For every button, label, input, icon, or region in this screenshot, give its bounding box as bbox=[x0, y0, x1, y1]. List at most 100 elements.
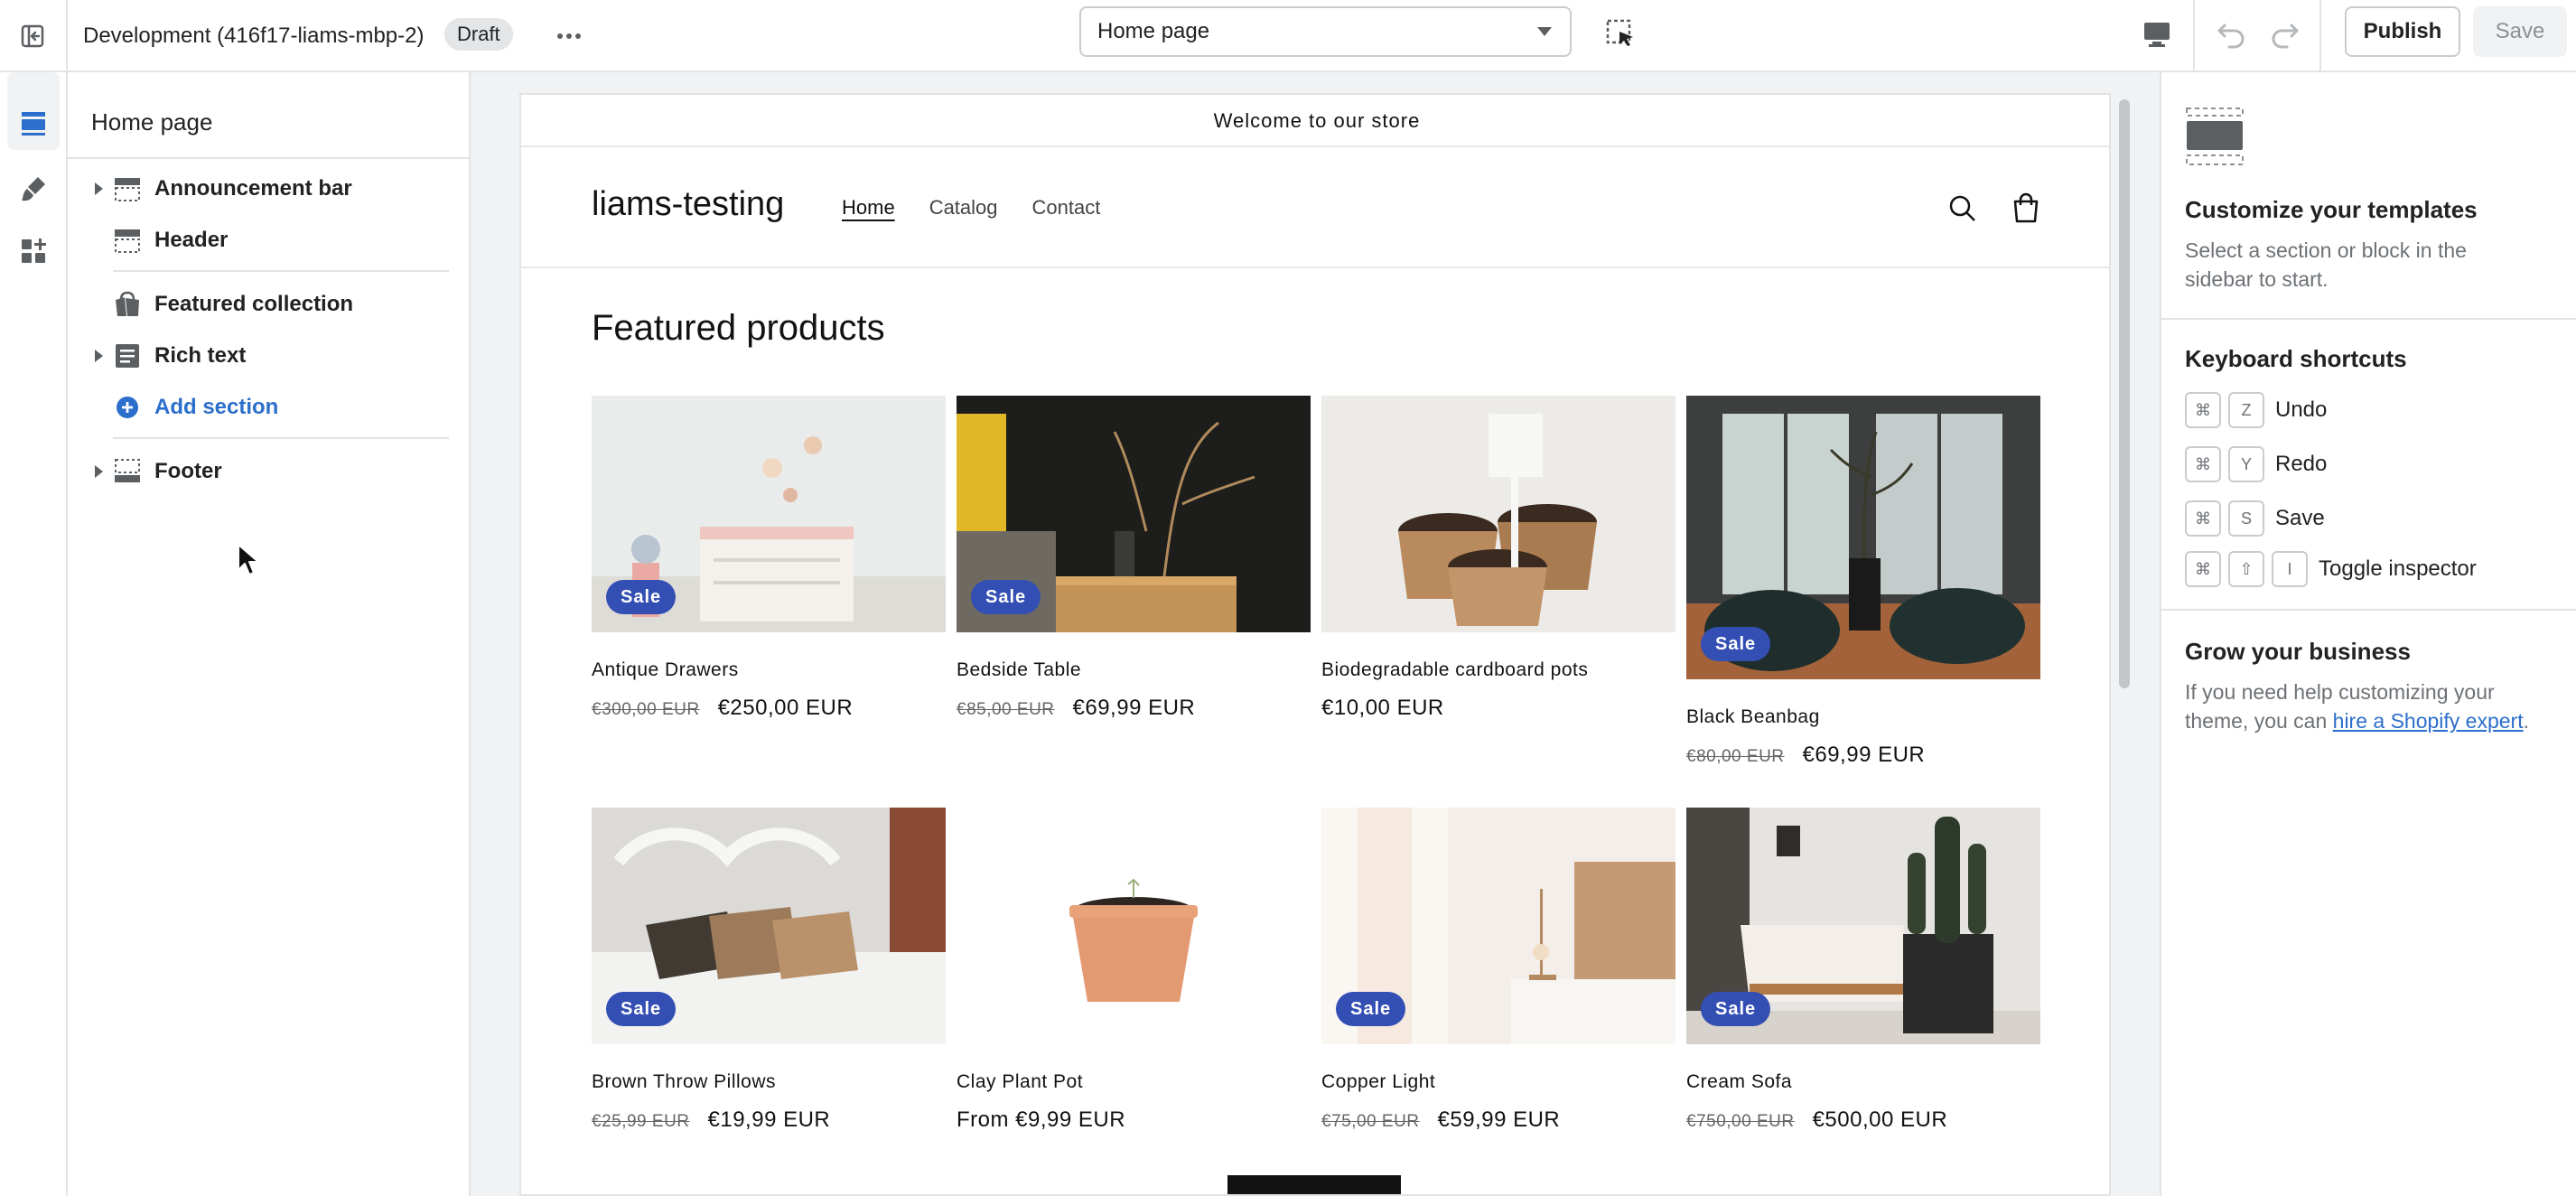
sidebar-item-label: Featured collection bbox=[154, 292, 354, 316]
add-section-label: Add section bbox=[154, 395, 279, 419]
product-title[interactable]: Bedside Table bbox=[957, 659, 1081, 681]
caret-right-icon[interactable] bbox=[95, 182, 103, 195]
product-image[interactable]: Sale bbox=[592, 808, 946, 1044]
caret-right-icon[interactable] bbox=[95, 350, 103, 362]
undo-button[interactable] bbox=[2211, 13, 2253, 54]
sidebar-title: Home page bbox=[91, 108, 213, 135]
cart-icon[interactable] bbox=[2008, 191, 2044, 227]
sidebar-item-announcement-bar[interactable]: Announcement bar bbox=[68, 164, 469, 214]
search-icon[interactable] bbox=[1945, 191, 1981, 227]
sidebar-item-featured-collection[interactable]: Featured collection bbox=[68, 279, 469, 330]
compare-at-price: €750,00 EUR bbox=[1686, 1112, 1795, 1131]
store-preview[interactable]: Welcome to our store liams-testing Home … bbox=[519, 93, 2111, 1196]
product-price: €75,00 EUR €59,99 EUR bbox=[1321, 1107, 1560, 1133]
mouse-cursor-icon bbox=[238, 544, 259, 575]
caret-right-icon[interactable] bbox=[95, 465, 103, 478]
sidebar-item-footer[interactable]: Footer bbox=[68, 446, 469, 497]
product-title[interactable]: Cream Sofa bbox=[1686, 1071, 1792, 1093]
product-image[interactable] bbox=[1321, 396, 1675, 632]
theme-settings-tab-button[interactable] bbox=[7, 163, 60, 215]
compare-at-price: €75,00 EUR bbox=[1321, 1112, 1420, 1131]
sidebar-item-header[interactable]: Header bbox=[68, 215, 469, 266]
sidebar-item-label: Rich text bbox=[154, 343, 247, 368]
chevron-down-icon bbox=[1537, 27, 1552, 36]
save-button[interactable]: Save bbox=[2473, 6, 2567, 57]
key-cmd: ⌘ bbox=[2185, 500, 2221, 537]
shortcut-label: Toggle inspector bbox=[2319, 556, 2477, 581]
device-toggle-button[interactable] bbox=[2136, 14, 2178, 55]
sale-badge: Sale bbox=[606, 580, 677, 614]
product-image[interactable]: Sale bbox=[957, 396, 1311, 632]
inspector-panel: Customize your templates Select a sectio… bbox=[2160, 72, 2576, 1196]
divider bbox=[2161, 609, 2576, 611]
shortcut-undo: ⌘ Z Undo bbox=[2185, 392, 2327, 428]
apps-icon bbox=[22, 238, 46, 263]
product-title[interactable]: Black Beanbag bbox=[1686, 706, 1820, 728]
product-title[interactable]: Antique Drawers bbox=[592, 659, 739, 681]
nav-link-home[interactable]: Home bbox=[842, 196, 895, 220]
text-block-icon bbox=[116, 344, 139, 368]
compare-at-price: €25,99 EUR bbox=[592, 1112, 690, 1131]
compare-at-price: €300,00 EUR bbox=[592, 700, 700, 719]
product-title[interactable]: Clay Plant Pot bbox=[957, 1071, 1083, 1093]
hire-expert-link[interactable]: hire a Shopify expert bbox=[2333, 709, 2524, 733]
divider bbox=[521, 266, 2109, 268]
sale-price: €250,00 EUR bbox=[717, 696, 854, 720]
redo-icon bbox=[2272, 23, 2299, 49]
sale-badge: Sale bbox=[606, 992, 677, 1026]
product-image[interactable]: Sale bbox=[1686, 808, 2040, 1044]
view-all-button[interactable] bbox=[1227, 1175, 1401, 1194]
template-select[interactable]: Home page bbox=[1079, 6, 1572, 57]
product-title[interactable]: Biodegradable cardboard pots bbox=[1321, 659, 1588, 681]
inspector-toggle-button[interactable] bbox=[1603, 16, 1639, 52]
shortcut-redo: ⌘ Y Redo bbox=[2185, 446, 2327, 482]
toolbar-divider bbox=[2193, 0, 2195, 72]
nav-link-contact[interactable]: Contact bbox=[1032, 196, 1101, 220]
publish-button[interactable]: Publish bbox=[2345, 6, 2460, 57]
key-cmd: ⌘ bbox=[2185, 551, 2221, 587]
sale-price: €500,00 EUR bbox=[1812, 1107, 1948, 1132]
divider bbox=[2161, 318, 2576, 320]
nav-link-catalog[interactable]: Catalog bbox=[929, 196, 998, 220]
grow-title: Grow your business bbox=[2185, 638, 2411, 665]
key-shift: ⇧ bbox=[2228, 551, 2264, 587]
template-select-value: Home page bbox=[1097, 19, 1210, 43]
paintbrush-icon bbox=[22, 177, 45, 201]
announcement-bar[interactable]: Welcome to our store bbox=[521, 95, 2109, 147]
product-image[interactable]: Sale bbox=[1321, 808, 1675, 1044]
store-logo-text[interactable]: liams-testing bbox=[592, 185, 784, 224]
product-price: €10,00 EUR bbox=[1321, 696, 1444, 721]
exit-editor-button[interactable] bbox=[0, 0, 68, 72]
template-layout-icon bbox=[2186, 107, 2244, 165]
product-image[interactable]: Sale bbox=[592, 396, 946, 632]
preview-scrollbar-thumb[interactable] bbox=[2119, 99, 2130, 688]
shortcuts-title: Keyboard shortcuts bbox=[2185, 345, 2407, 372]
product-image[interactable]: Sale bbox=[1686, 396, 2040, 679]
key-z: Z bbox=[2228, 392, 2264, 428]
compare-at-price: €80,00 EUR bbox=[1686, 747, 1785, 766]
product-price: €750,00 EUR €500,00 EUR bbox=[1686, 1107, 1947, 1133]
apps-tab-button[interactable] bbox=[7, 225, 60, 277]
shopping-bag-icon bbox=[116, 291, 139, 316]
plus-circle-icon bbox=[117, 397, 138, 418]
key-s: S bbox=[2228, 500, 2264, 537]
select-cursor-icon bbox=[1606, 19, 1633, 46]
sidebar-item-label: Announcement bar bbox=[154, 176, 352, 201]
grow-text: If you need help customizing your theme,… bbox=[2185, 677, 2546, 735]
more-actions-button[interactable] bbox=[549, 16, 589, 56]
product-title[interactable]: Copper Light bbox=[1321, 1071, 1435, 1093]
sale-badge: Sale bbox=[1701, 992, 1771, 1026]
shortcut-label: Save bbox=[2275, 506, 2325, 530]
product-title[interactable]: Brown Throw Pillows bbox=[592, 1071, 776, 1093]
sidebar-item-label: Footer bbox=[154, 459, 222, 483]
sidebar-item-rich-text[interactable]: Rich text bbox=[68, 331, 469, 381]
product-image[interactable] bbox=[957, 808, 1311, 1044]
product-price: €25,99 EUR €19,99 EUR bbox=[592, 1107, 830, 1133]
key-y: Y bbox=[2228, 446, 2264, 482]
customize-text: Select a section or block in the sidebar… bbox=[2185, 238, 2467, 291]
sections-tab-button[interactable] bbox=[7, 98, 60, 150]
announcement-bar-icon bbox=[115, 178, 140, 201]
add-section-button[interactable]: Add section bbox=[68, 382, 469, 433]
shortcut-save: ⌘ S Save bbox=[2185, 500, 2325, 537]
redo-button[interactable] bbox=[2263, 13, 2305, 54]
